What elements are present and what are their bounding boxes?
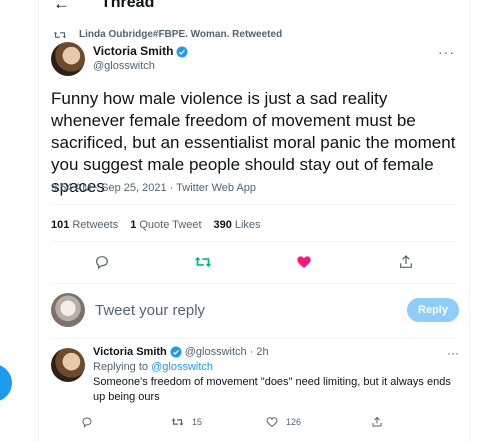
replying-to-label: Replying to bbox=[93, 361, 149, 373]
avatar[interactable] bbox=[51, 293, 85, 327]
heart-icon bbox=[266, 417, 278, 428]
retweet-context-text[interactable]: Linda Oubridge#FBPE. Woman. Retweeted bbox=[79, 29, 282, 40]
reply-actions: 15 126 bbox=[81, 416, 401, 432]
retweet-icon bbox=[53, 31, 67, 38]
more-options-icon[interactable]: ··· bbox=[438, 44, 455, 60]
reply-input[interactable]: Tweet your reply bbox=[95, 302, 407, 319]
reply-time[interactable]: 2h bbox=[256, 346, 268, 358]
divider bbox=[51, 204, 457, 205]
reply-author-handle[interactable]: @glosswitch bbox=[185, 346, 247, 358]
quote-tweets-stat[interactable]: 1 Quote Tweet bbox=[130, 219, 201, 231]
replying-to: Replying to @glosswitch bbox=[93, 361, 459, 373]
reply-retweet-count: 15 bbox=[192, 417, 203, 427]
author-handle[interactable]: @glosswitch bbox=[93, 59, 188, 74]
author-name-text[interactable]: Victoria Smith bbox=[93, 44, 173, 59]
likes-count: 390 bbox=[213, 219, 232, 231]
more-options-icon[interactable]: ··· bbox=[447, 346, 459, 360]
page-title: Thread bbox=[101, 0, 155, 11]
retweet-context: Linda Oubridge#FBPE. Woman. Retweeted bbox=[53, 29, 282, 40]
reply-author-name[interactable]: Victoria Smith bbox=[93, 346, 167, 358]
retweets-stat[interactable]: 101 Retweets bbox=[51, 219, 118, 231]
back-arrow-icon[interactable]: ← bbox=[53, 0, 73, 12]
likes-stat[interactable]: 390 Likes bbox=[214, 219, 261, 231]
verified-badge-icon bbox=[176, 46, 188, 57]
retweet-icon[interactable] bbox=[194, 253, 212, 271]
share-icon[interactable] bbox=[371, 416, 383, 428]
tweet-stats: 101 Retweets 1 Quote Tweet 390 Likes bbox=[51, 219, 273, 231]
divider bbox=[51, 338, 457, 339]
retweet-icon bbox=[171, 418, 184, 426]
heart-icon[interactable] bbox=[295, 253, 313, 271]
reply-text: Someone's freedom of movement "does" nee… bbox=[93, 376, 451, 403]
reply-icon[interactable] bbox=[93, 253, 111, 271]
retweets-label: Retweets bbox=[72, 219, 119, 231]
thread-column: ← Thread Linda Oubridge#FBPE. Woman. Ret… bbox=[38, 0, 470, 442]
separator-dot: · bbox=[249, 346, 254, 358]
reply-icon[interactable] bbox=[81, 416, 93, 428]
replying-to-mention[interactable]: @glosswitch bbox=[151, 361, 213, 373]
quote-label: Quote Tweet bbox=[139, 219, 202, 231]
reply-like-count: 126 bbox=[286, 417, 302, 427]
thread-header: ← Thread bbox=[39, 0, 469, 14]
share-icon[interactable] bbox=[397, 253, 415, 271]
divider bbox=[51, 241, 457, 242]
avatar[interactable] bbox=[51, 42, 85, 76]
verified-badge-icon bbox=[170, 346, 182, 358]
likes-label: Likes bbox=[234, 219, 261, 231]
tweet-actions bbox=[39, 253, 469, 273]
retweets-count: 101 bbox=[51, 219, 70, 231]
reply-composer: Tweet your reply Reply bbox=[51, 291, 459, 329]
tweet-author[interactable]: Victoria Smith @glosswitch bbox=[51, 42, 188, 76]
reply-like-action[interactable]: 126 bbox=[266, 416, 301, 428]
tweet-timestamp[interactable]: 9:54 AM · Sep 25, 2021 · Twitter Web App bbox=[51, 182, 256, 194]
author-display-name[interactable]: Victoria Smith bbox=[93, 44, 188, 59]
quote-count: 1 bbox=[130, 219, 137, 231]
reply-retweet-action[interactable]: 15 bbox=[171, 416, 202, 428]
reply-button[interactable]: Reply bbox=[407, 298, 459, 322]
divider bbox=[51, 283, 457, 284]
avatar[interactable] bbox=[51, 348, 85, 382]
